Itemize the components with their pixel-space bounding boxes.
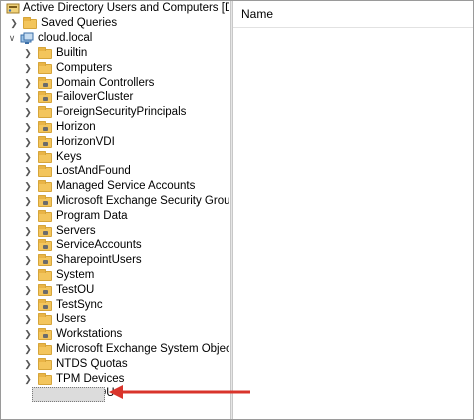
details-pane[interactable]: Name bbox=[233, 1, 473, 419]
chevron-right-icon[interactable]: ❯ bbox=[23, 342, 33, 356]
chevron-right-icon[interactable]: ❯ bbox=[23, 76, 33, 90]
ou-folder-icon bbox=[38, 328, 52, 341]
tree-item-label: Saved Queries bbox=[41, 17, 118, 29]
tree-item-label: Servers bbox=[56, 224, 96, 237]
chevron-right-icon[interactable]: ❯ bbox=[23, 268, 33, 282]
chevron-right-icon[interactable]: ❯ bbox=[9, 16, 19, 30]
folder-icon bbox=[38, 209, 52, 222]
ou-folder-icon bbox=[38, 91, 52, 104]
ou-folder-icon bbox=[38, 135, 52, 148]
chevron-right-icon[interactable]: ❯ bbox=[23, 46, 33, 60]
tree-item-label: cloud.local bbox=[38, 32, 93, 44]
ou-folder-icon bbox=[38, 224, 52, 237]
tree-item-label: SharepointUsers bbox=[56, 254, 142, 267]
chevron-right-icon[interactable]: ❯ bbox=[23, 253, 33, 267]
tree-item-label: Users bbox=[56, 313, 87, 326]
aduc-console-icon bbox=[6, 2, 20, 14]
tree-item-label: Computers bbox=[56, 61, 113, 74]
tree-item-label: Microsoft Exchange Security Groups bbox=[56, 195, 229, 207]
chevron-right-icon[interactable]: ❯ bbox=[23, 224, 33, 238]
chevron-right-icon[interactable]: ❯ bbox=[23, 372, 33, 386]
tree-item-label: Workstations bbox=[56, 328, 123, 341]
ou-folder-icon bbox=[38, 283, 52, 296]
folder-icon bbox=[38, 106, 52, 119]
ou-folder-icon bbox=[38, 254, 52, 267]
tree-item-label: HorizonVDI bbox=[56, 135, 115, 148]
ou-folder-icon bbox=[38, 76, 52, 89]
chevron-right-icon[interactable]: ❯ bbox=[23, 194, 33, 208]
tree-item-label: ServiceAccounts bbox=[56, 239, 142, 252]
chevron-right-icon[interactable]: ❯ bbox=[23, 312, 33, 326]
folder-icon bbox=[38, 343, 52, 355]
tree-item-label: System bbox=[56, 269, 95, 281]
folder-icon bbox=[38, 357, 52, 370]
tree-item-label: Horizon bbox=[56, 121, 96, 133]
ou-folder-icon bbox=[38, 239, 52, 252]
tree-item-label: ForeignSecurityPrincipals bbox=[56, 106, 187, 119]
chevron-right-icon[interactable]: ❯ bbox=[23, 164, 33, 178]
folder-icon bbox=[38, 180, 52, 193]
tree-item-label: Builtin bbox=[56, 47, 88, 59]
chevron-right-icon[interactable]: ❯ bbox=[23, 150, 33, 164]
folder-icon bbox=[38, 150, 52, 163]
tree-item-label: Microsoft Exchange System Objects bbox=[56, 343, 229, 355]
tree-item-label: Managed Service Accounts bbox=[56, 180, 196, 193]
tree-item-label: Program Data bbox=[56, 209, 128, 222]
tree-item-label: Keys bbox=[56, 150, 82, 163]
folder-icon bbox=[38, 61, 52, 74]
chevron-right-icon[interactable]: ❯ bbox=[23, 179, 33, 193]
tree-item-label: Domain Controllers bbox=[56, 76, 155, 89]
tree-item-label: NTDS Quotas bbox=[56, 357, 128, 370]
chevron-right-icon[interactable]: ❯ bbox=[23, 209, 33, 223]
folder-icon bbox=[23, 17, 37, 29]
aduc-window: Active Directory Users and Computers [DC… bbox=[0, 0, 474, 420]
chevron-right-icon[interactable]: ❯ bbox=[23, 238, 33, 252]
tree-item-label: TestOU bbox=[56, 283, 95, 296]
chevron-right-icon[interactable]: ❯ bbox=[23, 135, 33, 149]
ou-folder-icon bbox=[38, 298, 52, 311]
chevron-right-icon[interactable]: ❯ bbox=[23, 61, 33, 75]
ou-folder-icon bbox=[38, 121, 52, 133]
folder-icon bbox=[38, 313, 52, 326]
domain-icon bbox=[20, 32, 34, 44]
tree-root-label: Active Directory Users and Computers [DC… bbox=[23, 2, 229, 14]
folder-icon bbox=[38, 372, 52, 385]
chevron-right-icon[interactable]: ❯ bbox=[23, 90, 33, 104]
tree-item-label: FailoverCluster bbox=[56, 91, 134, 104]
chevron-right-icon[interactable]: ❯ bbox=[23, 283, 33, 297]
ou-folder-icon bbox=[38, 195, 52, 207]
chevron-right-icon[interactable]: ❯ bbox=[23, 357, 33, 371]
tree-item-label: LostAndFound bbox=[56, 165, 131, 178]
selection-highlight bbox=[32, 387, 105, 402]
annotation-arrow bbox=[109, 385, 250, 399]
folder-icon bbox=[38, 47, 52, 59]
chevron-right-icon[interactable]: ❯ bbox=[23, 298, 33, 312]
column-header-name[interactable]: Name bbox=[233, 1, 473, 28]
tree-item-label: TestSync bbox=[56, 298, 103, 311]
chevron-down-icon[interactable]: ∨ bbox=[7, 31, 17, 45]
folder-icon bbox=[38, 165, 52, 178]
chevron-right-icon[interactable]: ❯ bbox=[23, 120, 33, 134]
chevron-right-icon[interactable]: ❯ bbox=[23, 105, 33, 119]
console-tree[interactable]: Active Directory Users and Computers [DC… bbox=[1, 1, 229, 419]
chevron-right-icon[interactable]: ❯ bbox=[23, 327, 33, 341]
folder-icon bbox=[38, 269, 52, 281]
